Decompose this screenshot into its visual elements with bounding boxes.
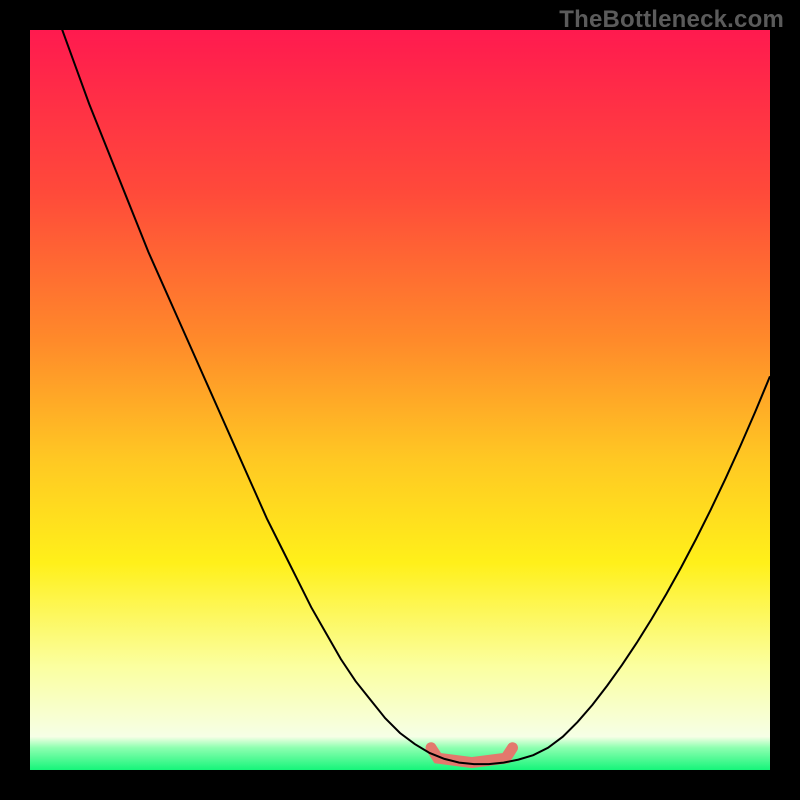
chart-svg — [30, 30, 770, 770]
plot-area — [30, 30, 770, 770]
watermark-text: TheBottleneck.com — [559, 6, 784, 34]
chart-frame: TheBottleneck.com — [0, 0, 800, 800]
gradient-background — [30, 30, 770, 770]
